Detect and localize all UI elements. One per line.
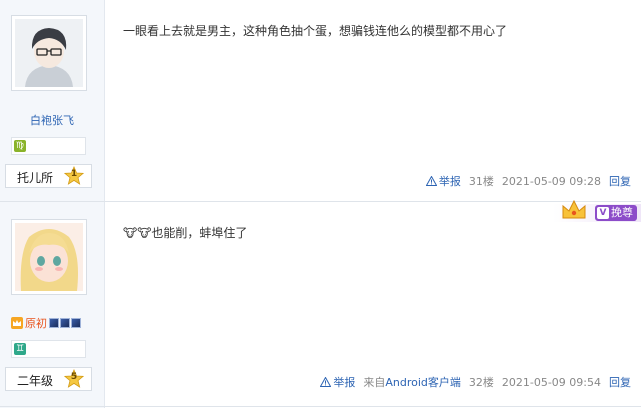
avatar-image: [15, 19, 83, 87]
post-content: 一眼看上去就是男主，这种角色抽个蛋，想骗钱连他么的模型都不用心了: [123, 24, 508, 38]
source: 来自Android客户端: [363, 374, 461, 390]
avatar[interactable]: [11, 15, 87, 91]
level-badge[interactable]: 托儿所 1: [5, 164, 92, 188]
username[interactable]: 原初: [25, 315, 47, 331]
vip-badge-icon: V: [597, 207, 609, 219]
level-name: 二年级: [17, 374, 54, 388]
author-sidebar: 原初 ♊ 二年级 5: [0, 202, 105, 408]
zodiac-icon: ♊: [14, 343, 26, 355]
reply-link[interactable]: 回复: [609, 374, 631, 390]
level-name: 托儿所: [17, 171, 54, 185]
level-number: 1: [70, 169, 78, 179]
crown-icon: [562, 199, 586, 219]
report-label: 举报: [438, 175, 461, 188]
post-32: 原初 ♊ 二年级 5 V 挽尊 🐮🐮也能削，蚌埠住了 举报 来自Android客…: [0, 199, 641, 408]
level-number: 5: [70, 372, 78, 382]
post-divider: [0, 406, 641, 407]
avatar[interactable]: [11, 219, 87, 295]
post-time: 2021-05-09 09:28: [501, 174, 601, 188]
crown-icon: [11, 317, 23, 329]
post-meta: 举报 来自Android客户端 32楼 2021-05-09 09:54 回复: [320, 374, 631, 390]
avatar-image: [15, 223, 83, 291]
post-31: 白袍张飞 ♍ 托儿所 1 一眼看上去就是男主，这种角色抽个蛋，想骗钱连他么的模型…: [0, 0, 641, 202]
zodiac-badge[interactable]: ♊: [11, 340, 86, 358]
zodiac-icon: ♍: [14, 140, 26, 152]
source-prefix: 来自: [363, 376, 386, 389]
report-label: 举报: [333, 376, 356, 389]
post-meta: 举报 31楼 2021-05-09 09:28 回复: [425, 173, 631, 189]
floor-number: 32楼: [468, 376, 494, 389]
rank-icon: [71, 318, 81, 328]
rank-icon: [49, 318, 59, 328]
reply-link[interactable]: 回复: [609, 173, 631, 189]
warning-triangle-icon: [425, 176, 437, 186]
level-badge[interactable]: 二年级 5: [5, 367, 92, 391]
floor-number: 31楼: [468, 175, 494, 188]
warning-triangle-icon: [320, 377, 332, 387]
username[interactable]: 白袍张飞: [0, 112, 104, 128]
zodiac-badge[interactable]: ♍: [11, 137, 86, 155]
username-row: 原初: [11, 315, 81, 331]
vip-label: V 挽尊: [595, 205, 637, 221]
report-link[interactable]: 举报: [425, 173, 461, 189]
post-content: 🐮🐮也能削，蚌埠住了: [123, 226, 248, 240]
source-link[interactable]: Android客户端: [385, 376, 461, 389]
vip-tag[interactable]: V 挽尊: [553, 199, 641, 224]
rank-icon: [60, 318, 70, 328]
post-time: 2021-05-09 09:54: [501, 375, 601, 389]
vip-label-text: 挽尊: [611, 206, 633, 219]
report-link[interactable]: 举报: [320, 374, 355, 390]
author-sidebar: 白袍张飞 ♍ 托儿所 1: [0, 0, 105, 202]
